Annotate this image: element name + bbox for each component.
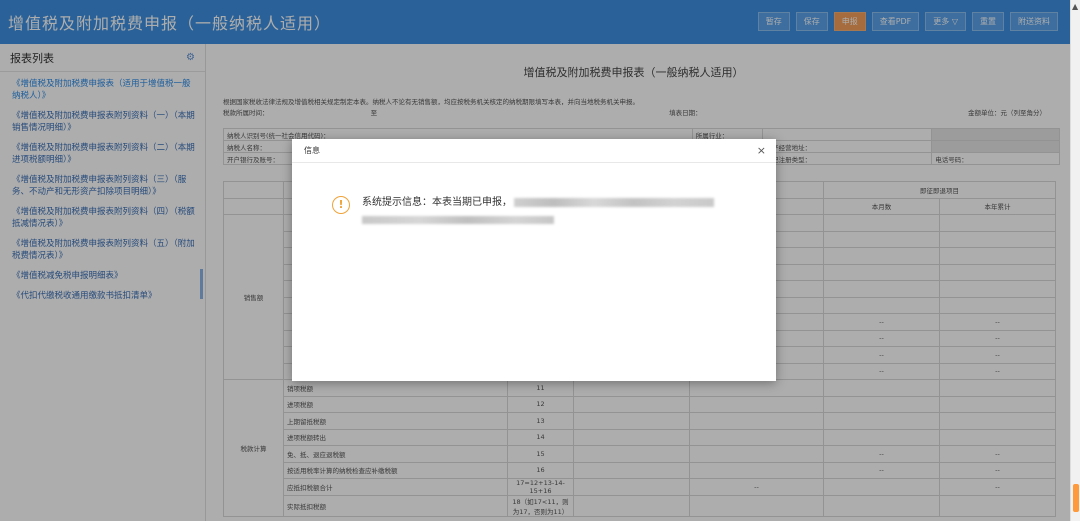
dialog-message: 系统提示信息：本表当期已申报， xyxy=(362,196,714,224)
scroll-up-icon[interactable]: ▲ xyxy=(1072,2,1078,11)
page-scrollbar[interactable]: ▲ xyxy=(1070,0,1080,521)
redacted-text xyxy=(362,216,554,224)
scroll-thumb[interactable] xyxy=(1073,484,1079,512)
info-dialog: 信息 × ! 系统提示信息：本表当期已申报， xyxy=(292,139,776,381)
dialog-header: 信息 × xyxy=(292,139,776,163)
warning-icon: ! xyxy=(332,196,350,214)
redacted-text xyxy=(514,197,714,207)
dialog-body: ! 系统提示信息：本表当期已申报， xyxy=(332,196,714,224)
close-icon[interactable]: × xyxy=(757,144,766,157)
dialog-title: 信息 xyxy=(304,146,320,155)
